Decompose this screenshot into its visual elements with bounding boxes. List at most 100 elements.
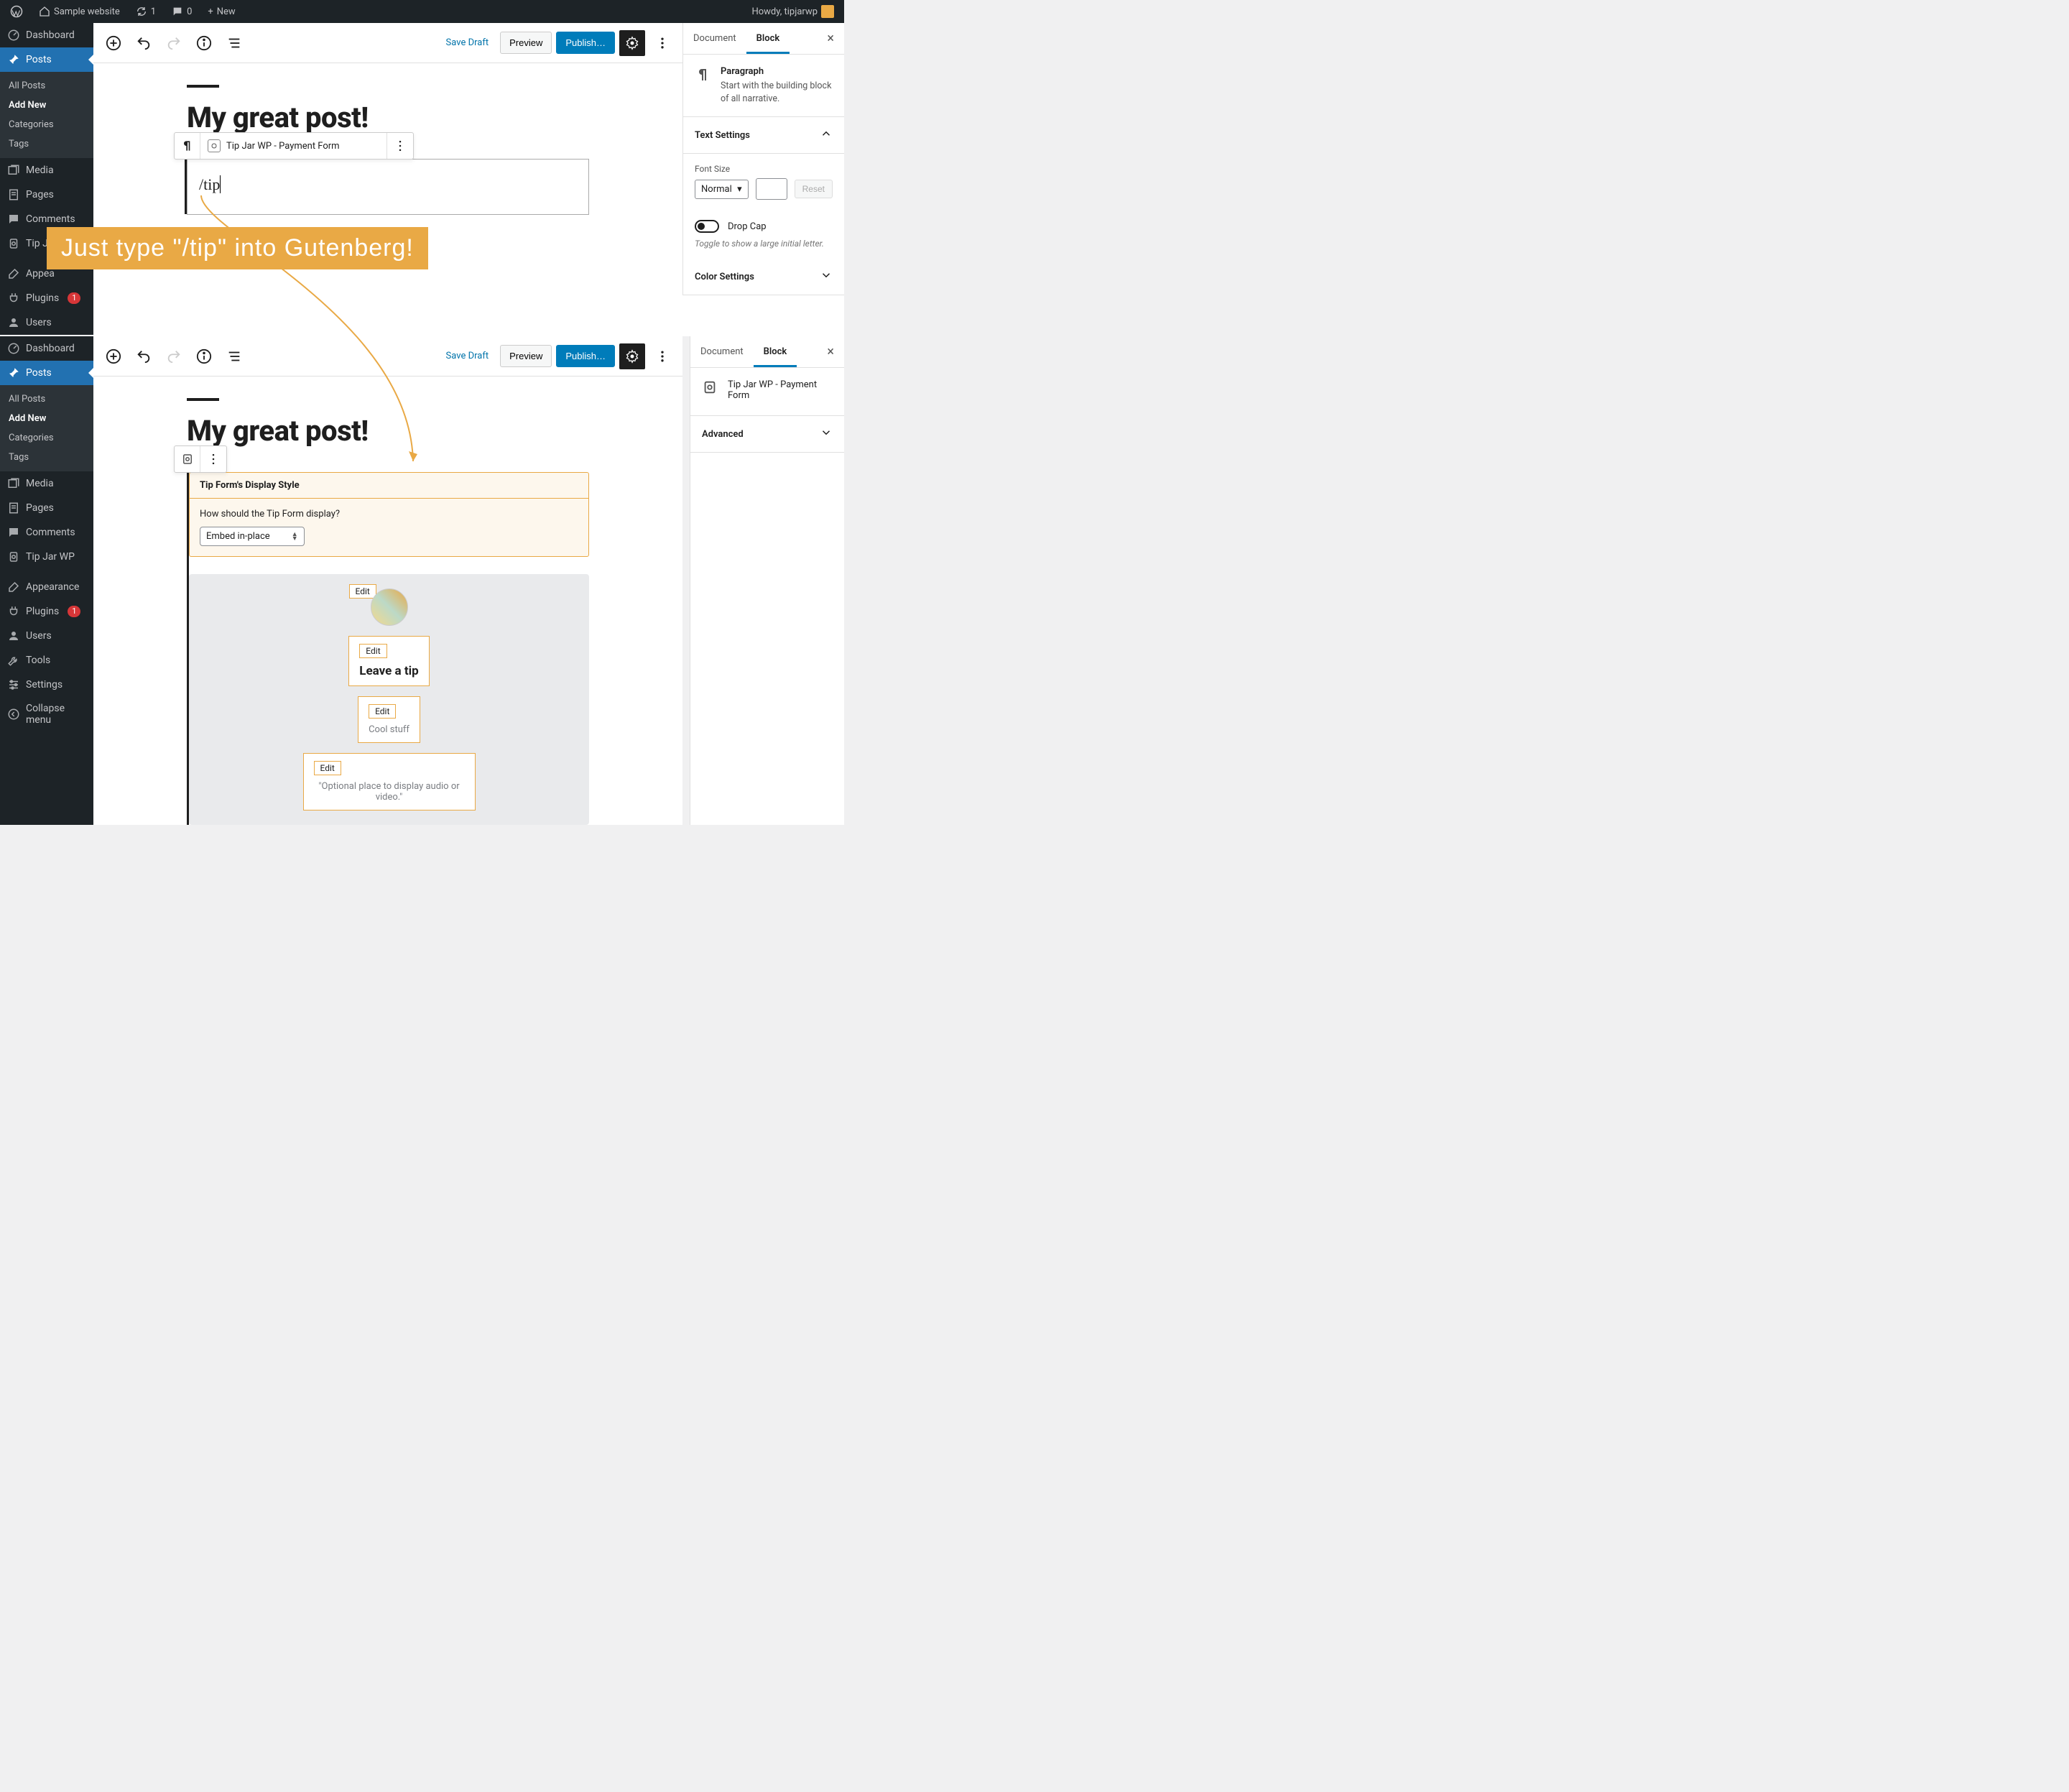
inspector-close[interactable]: × <box>817 31 844 46</box>
sidebar-item-tools[interactable]: Tools <box>0 648 93 673</box>
tab-block[interactable]: Block <box>754 336 797 367</box>
wrench-icon <box>7 654 20 667</box>
sidebar-item-label: Dashboard <box>26 29 75 41</box>
display-style-select[interactable]: Embed in-place ▲▼ <box>200 527 305 546</box>
submenu-tags[interactable]: Tags <box>0 134 93 154</box>
publish-button[interactable]: Publish… <box>556 32 615 54</box>
sidebar-item-plugins[interactable]: Plugins1 <box>0 599 93 624</box>
preview-button[interactable]: Preview <box>500 345 552 367</box>
undo-button[interactable] <box>131 30 157 56</box>
undo-button[interactable] <box>131 343 157 369</box>
wp-logo[interactable] <box>6 5 27 18</box>
sidebar-item-pages[interactable]: Pages <box>0 496 93 520</box>
sidebar-item-posts[interactable]: Posts <box>0 361 93 385</box>
sidebar-item-media[interactable]: Media <box>0 471 93 496</box>
updates-count: 1 <box>151 6 156 17</box>
sidebar-item-label: Media <box>26 478 54 489</box>
sidebar-item-media[interactable]: Media <box>0 158 93 183</box>
edit-title-button[interactable]: Edit <box>359 644 387 658</box>
drop-cap-toggle[interactable] <box>695 220 719 233</box>
autocomplete-item[interactable]: Tip Jar WP - Payment Form <box>200 133 387 159</box>
edit-media-button[interactable]: Edit <box>314 761 341 775</box>
outline-button[interactable] <box>221 30 247 56</box>
sidebar-item-dashboard[interactable]: Dashboard <box>0 336 93 361</box>
block-more-button[interactable] <box>200 446 226 472</box>
advanced-panel-header[interactable]: Advanced <box>690 416 844 453</box>
page-icon <box>7 502 20 514</box>
sidebar-item-appearance[interactable]: Appearance <box>0 575 93 599</box>
add-block-button[interactable] <box>101 30 126 56</box>
sidebar-item-settings[interactable]: Settings <box>0 673 93 697</box>
save-draft-button[interactable]: Save Draft <box>439 345 496 367</box>
new-content[interactable]: + New <box>203 6 239 17</box>
more-menu-button[interactable] <box>649 30 675 56</box>
sidebar-item-comments[interactable]: Comments <box>0 520 93 545</box>
sidebar-item-dashboard[interactable]: Dashboard <box>0 23 93 47</box>
font-size-reset[interactable]: Reset <box>795 180 833 198</box>
color-settings-header[interactable]: Color Settings <box>683 259 844 295</box>
editor-bottom: Save Draft Preview Publish… My great pos… <box>93 336 844 825</box>
sidebar-item-users[interactable]: Users <box>0 624 93 648</box>
title-rule <box>187 398 219 401</box>
user-icon <box>7 316 20 329</box>
submenu-addnew[interactable]: Add New <box>0 409 93 428</box>
title-rule <box>187 85 219 88</box>
sidebar-item-label: Settings <box>26 679 63 691</box>
save-draft-button[interactable]: Save Draft <box>439 32 496 54</box>
info-button[interactable] <box>191 343 217 369</box>
post-title[interactable]: My great post! <box>187 101 589 134</box>
submenu-allposts[interactable]: All Posts <box>0 76 93 96</box>
sidebar-item-tipjar[interactable]: Tip Jar WP <box>0 545 93 569</box>
site-name[interactable]: Sample website <box>34 6 124 17</box>
chevron-down-icon <box>820 269 833 285</box>
settings-button[interactable] <box>619 343 645 369</box>
block-name: Paragraph <box>721 66 833 77</box>
sidebar-collapse[interactable]: Collapse menu <box>0 697 93 731</box>
tipjar-block-icon-button[interactable] <box>175 446 200 472</box>
scrollbar[interactable] <box>682 336 690 825</box>
font-size-select[interactable]: Normal ▾ <box>695 180 749 199</box>
submenu-categories[interactable]: Categories <box>0 428 93 448</box>
edit-avatar-button[interactable]: Edit <box>349 584 376 599</box>
sidebar-item-posts[interactable]: Posts <box>0 47 93 72</box>
page-icon <box>7 188 20 201</box>
updates[interactable]: 1 <box>131 6 160 17</box>
comments[interactable]: 0 <box>167 6 196 17</box>
edit-subtitle-button[interactable]: Edit <box>369 704 396 719</box>
add-block-button[interactable] <box>101 343 126 369</box>
sidebar-item-label: Plugins <box>26 606 59 617</box>
tab-block[interactable]: Block <box>746 23 790 54</box>
inspector-close[interactable]: × <box>817 344 844 359</box>
outline-button[interactable] <box>221 343 247 369</box>
submenu-categories[interactable]: Categories <box>0 115 93 134</box>
tab-document[interactable]: Document <box>690 336 754 367</box>
paragraph-icon-button[interactable] <box>175 133 200 159</box>
font-size-custom-input[interactable] <box>756 178 787 200</box>
tab-document[interactable]: Document <box>683 23 746 54</box>
submenu-allposts[interactable]: All Posts <box>0 389 93 409</box>
redo-button[interactable] <box>161 343 187 369</box>
block-toolbar <box>174 445 227 473</box>
submenu-tags[interactable]: Tags <box>0 448 93 467</box>
text-settings-header[interactable]: Text Settings <box>683 117 844 154</box>
sidebar-item-users[interactable]: Users <box>0 310 93 335</box>
block-description: Start with the building block of all nar… <box>721 80 833 105</box>
info-button[interactable] <box>191 30 217 56</box>
sidebar-item-plugins[interactable]: Plugins 1 <box>0 286 93 310</box>
publish-button[interactable]: Publish… <box>556 345 615 367</box>
block-more-button[interactable] <box>387 133 413 159</box>
refresh-icon <box>136 6 147 17</box>
sidebar-item-label: Pages <box>26 189 54 200</box>
chevron-down-icon: ▾ <box>737 184 742 195</box>
more-menu-button[interactable] <box>649 343 675 369</box>
admin-sidebar-top: Dashboard Posts All Posts Add New Catego… <box>0 23 93 335</box>
panel-title: Color Settings <box>695 272 754 282</box>
submenu-addnew[interactable]: Add New <box>0 96 93 115</box>
redo-button[interactable] <box>161 30 187 56</box>
sidebar-item-pages[interactable]: Pages <box>0 183 93 207</box>
settings-button[interactable] <box>619 30 645 56</box>
howdy-account[interactable]: Howdy, tipjarwp <box>747 5 838 18</box>
preview-button[interactable]: Preview <box>500 32 552 54</box>
post-title[interactable]: My great post! <box>187 414 589 448</box>
paragraph-block[interactable]: /tip <box>187 159 589 215</box>
